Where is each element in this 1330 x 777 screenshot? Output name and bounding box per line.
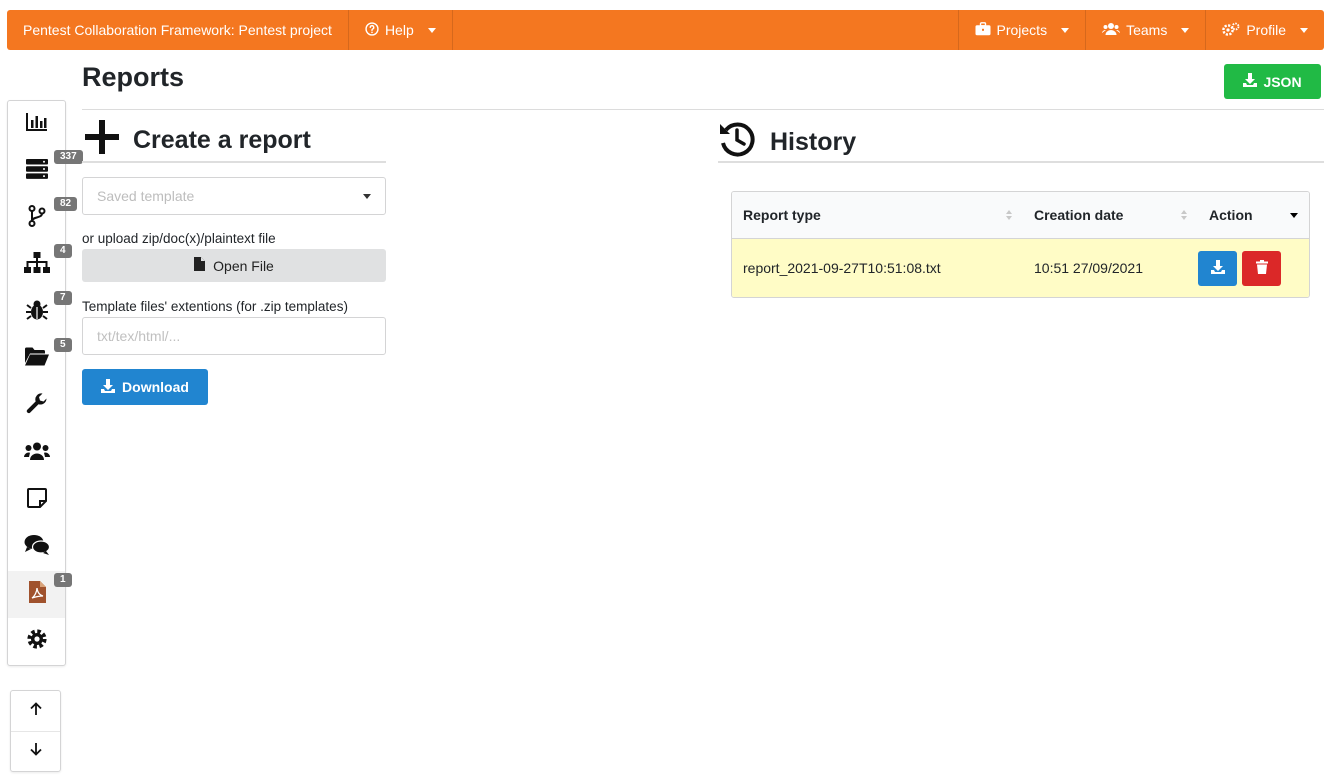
sidebar-item-settings[interactable] <box>8 618 65 665</box>
sidebar-item-network[interactable]: 82 <box>8 195 78 242</box>
history-divider <box>718 161 1324 163</box>
column-header-action[interactable]: Action <box>1198 192 1309 238</box>
users-icon <box>1102 22 1121 39</box>
reports-count-badge: 1 <box>54 573 72 587</box>
table-header: Report type Creation date Action <box>732 192 1309 239</box>
creation-date-cell: 10:51 27/09/2021 <box>1034 260 1143 276</box>
export-json-button[interactable]: JSON <box>1224 64 1321 99</box>
project-sidebar: 337 82 4 7 5 1 <box>7 100 83 666</box>
history-table: Report type Creation date Action report_… <box>731 191 1310 298</box>
network-count-badge: 82 <box>54 197 78 211</box>
extensions-input[interactable] <box>82 317 386 355</box>
file-pdf-icon <box>28 581 46 608</box>
scroll-controls <box>10 690 61 772</box>
chevron-down-icon <box>363 193 371 199</box>
folder-open-icon <box>24 347 49 372</box>
history-heading: History <box>718 120 856 165</box>
app-brand[interactable]: Pentest Collaboration Framework: Pentest… <box>7 10 349 50</box>
chevron-down-icon <box>1181 27 1190 33</box>
help-label: Help <box>384 22 414 38</box>
sort-icon <box>1181 210 1187 220</box>
issues-count-badge: 7 <box>54 291 72 305</box>
create-report-heading: Create a report <box>85 120 311 161</box>
column-label: Action <box>1209 207 1253 223</box>
scroll-down-button[interactable] <box>11 731 60 771</box>
upload-label: or upload zip/doc(x)/plaintext file <box>82 231 276 246</box>
sidebar-item-tree[interactable]: 4 <box>8 242 72 289</box>
sidebar-item-issues[interactable]: 7 <box>8 289 72 336</box>
bug-icon <box>25 299 48 326</box>
column-label: Creation date <box>1034 207 1124 223</box>
sidebar-item-reports[interactable]: 1 <box>8 571 72 618</box>
saved-template-placeholder: Saved template <box>97 188 195 204</box>
sidebar-item-team[interactable] <box>8 430 65 477</box>
extensions-label: Template files' extentions (for .zip tem… <box>82 299 348 314</box>
top-navbar: Pentest Collaboration Framework: Pentest… <box>7 10 1324 50</box>
sidebar-item-dashboard[interactable] <box>8 101 65 148</box>
column-header-report-type[interactable]: Report type <box>732 192 1023 238</box>
users-icon <box>23 441 50 466</box>
comments-icon <box>24 534 50 561</box>
server-icon <box>25 159 48 184</box>
hosts-count-badge: 337 <box>54 150 83 164</box>
sort-icon <box>1006 210 1012 220</box>
sitemap-icon <box>23 252 50 279</box>
column-header-creation-date[interactable]: Creation date <box>1023 192 1198 238</box>
create-report-title: Create a report <box>133 126 311 154</box>
files-count-badge: 5 <box>54 338 72 352</box>
chevron-down-icon <box>427 27 436 33</box>
question-circle-icon <box>365 21 379 39</box>
sidebar-item-files[interactable]: 5 <box>8 336 72 383</box>
saved-template-dropdown[interactable]: Saved template <box>82 177 386 215</box>
file-icon <box>194 257 206 274</box>
sidebar-item-notes[interactable] <box>8 477 65 524</box>
bar-chart-icon <box>25 112 48 137</box>
download-icon <box>101 378 116 396</box>
profile-label: Profile <box>1246 22 1286 38</box>
column-label: Report type <box>743 207 821 223</box>
wrench-icon <box>26 393 48 420</box>
download-icon <box>1210 259 1225 277</box>
chevron-down-icon <box>1290 212 1298 218</box>
table-row: report_2021-09-27T10:51:08.txt 10:51 27/… <box>732 239 1309 297</box>
gear-icon <box>26 628 48 655</box>
report-type-cell: report_2021-09-27T10:51:08.txt <box>743 260 941 276</box>
cogs-icon <box>1222 22 1240 39</box>
create-divider <box>82 161 386 163</box>
title-divider <box>82 109 1324 110</box>
download-label: Download <box>122 379 189 395</box>
history-title: History <box>770 128 857 156</box>
help-menu[interactable]: Help <box>349 10 453 50</box>
sidebar-item-hosts[interactable]: 337 <box>8 148 83 195</box>
plus-icon <box>85 120 119 161</box>
open-file-button[interactable]: Open File <box>82 249 386 282</box>
sidebar-item-tools[interactable] <box>8 383 65 430</box>
projects-menu[interactable]: Projects <box>957 10 1087 50</box>
download-report-button[interactable]: Download <box>82 369 208 405</box>
download-icon <box>1243 73 1258 90</box>
download-report-row-button[interactable] <box>1198 250 1237 286</box>
teams-menu[interactable]: Teams <box>1086 10 1207 50</box>
projects-label: Projects <box>996 22 1048 38</box>
sticky-note-icon <box>26 488 47 513</box>
history-icon <box>718 120 756 165</box>
scroll-up-button[interactable] <box>11 691 60 731</box>
profile-menu[interactable]: Profile <box>1206 10 1324 50</box>
chevron-down-icon <box>1300 27 1308 33</box>
json-label: JSON <box>1263 73 1302 90</box>
teams-label: Teams <box>1126 22 1168 38</box>
code-branch-icon <box>28 205 46 232</box>
action-cell <box>1198 239 1309 297</box>
trash-icon <box>1255 259 1268 277</box>
open-file-label: Open File <box>213 257 274 274</box>
delete-report-button[interactable] <box>1242 250 1281 286</box>
page-title: Reports <box>82 62 185 92</box>
sidebar-item-chats[interactable] <box>8 524 65 571</box>
arrow-up-icon <box>29 701 43 721</box>
arrow-down-icon <box>29 742 43 761</box>
app-title: Pentest Collaboration Framework: Pentest… <box>23 22 332 38</box>
briefcase-icon <box>975 21 991 39</box>
tree-count-badge: 4 <box>54 244 72 258</box>
chevron-down-icon <box>1061 27 1070 33</box>
